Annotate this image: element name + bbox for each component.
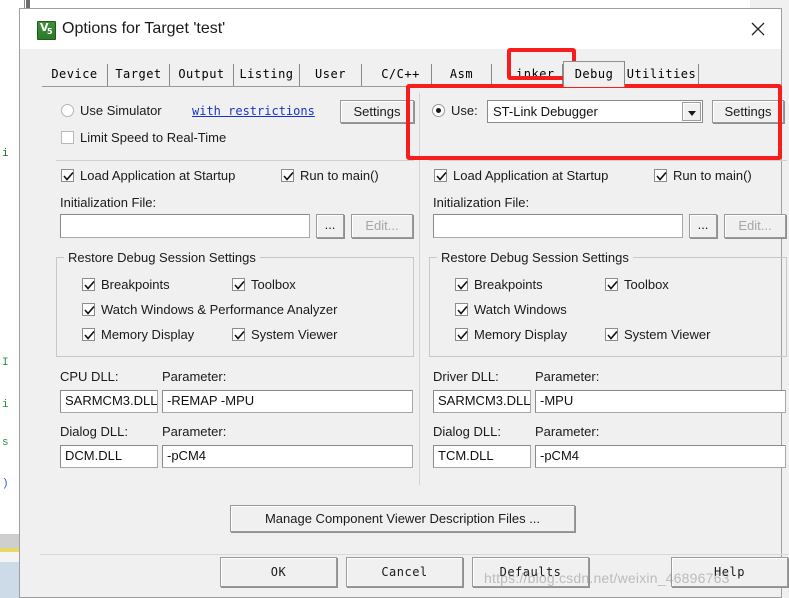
restore-debug-session-title-left: Restore Debug Session Settings: [64, 250, 260, 265]
tab-output[interactable]: Output: [170, 64, 234, 86]
dialog-dll-label-right: Dialog DLL:: [433, 424, 501, 439]
dialog-dll-input-right[interactable]: TCM.DLL: [433, 445, 531, 468]
watch-windows-checkbox-left[interactable]: [82, 303, 95, 316]
init-file-input-right[interactable]: [433, 214, 683, 238]
init-file-browse-button-right[interactable]: ...: [689, 214, 717, 238]
keil-uvision5-icon: V 5: [37, 21, 56, 40]
run-to-main-checkbox-right[interactable]: [654, 169, 667, 182]
tab-c-cpp[interactable]: C/C++: [370, 64, 432, 86]
dialog-dll-input-left[interactable]: DCM.DLL: [60, 445, 158, 468]
use-debugger-radio[interactable]: [432, 104, 445, 117]
init-file-edit-button-left: Edit...: [351, 214, 413, 238]
tab-listing[interactable]: Listing: [234, 64, 300, 86]
pane-divider: [419, 93, 420, 485]
dialog-titlebar: V 5 Options for Target 'test': [20, 9, 781, 49]
app-icon-version: 5: [47, 27, 53, 36]
driver-dll-parameter-label: Parameter:: [535, 369, 600, 384]
use-debugger-label: Use:: [451, 103, 478, 118]
breakpoints-checkbox-left[interactable]: [82, 278, 95, 291]
use-simulator-radio[interactable]: [61, 104, 74, 117]
debugger-settings-button[interactable]: Settings: [712, 100, 784, 123]
driver-dll-parameter-input[interactable]: -MPU: [535, 390, 786, 413]
memory-display-checkbox-right[interactable]: [455, 328, 468, 341]
cpu-dll-parameter-label: Parameter:: [162, 369, 227, 384]
run-to-main-label-left: Run to main(): [300, 168, 379, 183]
breakpoints-label-left: Breakpoints: [101, 277, 170, 292]
toolbox-checkbox-right[interactable]: [605, 278, 618, 291]
cpu-dll-input[interactable]: SARMCM3.DLL: [60, 390, 158, 413]
dialog-dll-parameter-input-right[interactable]: -pCM4: [535, 445, 786, 468]
driver-dll-input[interactable]: SARMCM3.DLL: [433, 390, 531, 413]
screenshot-root: i I i s ) V 5 Options for Target 'test': [0, 0, 789, 598]
system-viewer-checkbox-right[interactable]: [605, 328, 618, 341]
debugger-select[interactable]: ST-Link Debugger: [487, 100, 703, 123]
run-to-main-label-right: Run to main(): [673, 168, 752, 183]
init-file-label-left: Initialization File:: [60, 195, 157, 210]
restore-debug-session-title-right: Restore Debug Session Settings: [437, 250, 633, 265]
load-app-startup-label-right: Load Application at Startup: [453, 168, 609, 183]
watch-windows-label-right: Watch Windows: [474, 302, 567, 317]
manage-component-viewer-button[interactable]: Manage Component Viewer Description File…: [230, 505, 575, 532]
toolbox-checkbox-left[interactable]: [232, 278, 245, 291]
memory-display-label-right: Memory Display: [474, 327, 568, 342]
cpu-dll-parameter-input[interactable]: -REMAP -MPU: [162, 390, 413, 413]
debugger-select-value: ST-Link Debugger: [493, 104, 598, 119]
cpu-dll-label: CPU DLL:: [60, 369, 119, 384]
background-code-line: ): [2, 478, 9, 490]
system-viewer-label-left: System Viewer: [251, 327, 338, 342]
toolbox-label-left: Toolbox: [251, 277, 296, 292]
tab-utilities[interactable]: Utilities: [625, 64, 699, 86]
footer-separator: [40, 554, 789, 555]
close-icon[interactable]: [735, 9, 781, 49]
tab-asm[interactable]: Asm: [432, 64, 492, 86]
system-viewer-label-right: System Viewer: [624, 327, 711, 342]
help-button[interactable]: Help: [671, 557, 788, 587]
chevron-down-icon[interactable]: [682, 102, 701, 121]
load-app-startup-checkbox-left[interactable]: [61, 169, 74, 182]
tab-target[interactable]: Target: [108, 64, 170, 86]
simulator-settings-button[interactable]: Settings: [340, 100, 414, 123]
dialog-dll-parameter-input-left[interactable]: -pCM4: [162, 445, 413, 468]
tab-linker[interactable]: Linker: [501, 64, 563, 86]
dialog-dll-parameter-label-left: Parameter:: [162, 424, 227, 439]
ok-button[interactable]: OK: [220, 557, 337, 587]
options-for-target-dialog: V 5 Options for Target 'test' Device Tar…: [19, 8, 789, 598]
load-app-startup-checkbox-right[interactable]: [434, 169, 447, 182]
init-file-input-left[interactable]: [60, 214, 310, 238]
limit-speed-checkbox[interactable]: [61, 131, 74, 144]
dialog-title: Options for Target 'test': [62, 20, 226, 37]
dialog-dll-label-left: Dialog DLL:: [60, 424, 128, 439]
defaults-button[interactable]: Defaults: [472, 557, 589, 587]
breakpoints-checkbox-right[interactable]: [455, 278, 468, 291]
cancel-button[interactable]: Cancel: [346, 557, 463, 587]
driver-dll-label: Driver DLL:: [433, 369, 499, 384]
tab-device[interactable]: Device: [42, 64, 108, 86]
watch-windows-label-left: Watch Windows & Performance Analyzer: [101, 302, 338, 317]
background-code-line: s: [2, 437, 9, 449]
background-code-line: i: [2, 399, 9, 411]
init-file-browse-button-left[interactable]: ...: [316, 214, 344, 238]
system-viewer-checkbox-left[interactable]: [232, 328, 245, 341]
memory-display-checkbox-left[interactable]: [82, 328, 95, 341]
tab-debug[interactable]: Debug: [563, 61, 625, 87]
init-file-label-right: Initialization File:: [433, 195, 530, 210]
memory-display-label-left: Memory Display: [101, 327, 195, 342]
watch-windows-checkbox-right[interactable]: [455, 303, 468, 316]
run-to-main-checkbox-left[interactable]: [281, 169, 294, 182]
limit-speed-label: Limit Speed to Real-Time: [80, 130, 227, 145]
toolbox-label-right: Toolbox: [624, 277, 669, 292]
dialog-dll-parameter-label-right: Parameter:: [535, 424, 600, 439]
with-restrictions-link[interactable]: with restrictions: [192, 104, 315, 118]
background-code-line: I: [2, 357, 9, 369]
breakpoints-label-right: Breakpoints: [474, 277, 543, 292]
init-file-edit-button-right: Edit...: [724, 214, 786, 238]
background-code-line: i: [2, 148, 9, 160]
use-simulator-label: Use Simulator: [80, 103, 162, 118]
tab-strip: Device Target Output Listing User C/C++ …: [42, 61, 758, 87]
tab-user[interactable]: User: [300, 64, 362, 86]
load-app-startup-label-left: Load Application at Startup: [80, 168, 236, 183]
